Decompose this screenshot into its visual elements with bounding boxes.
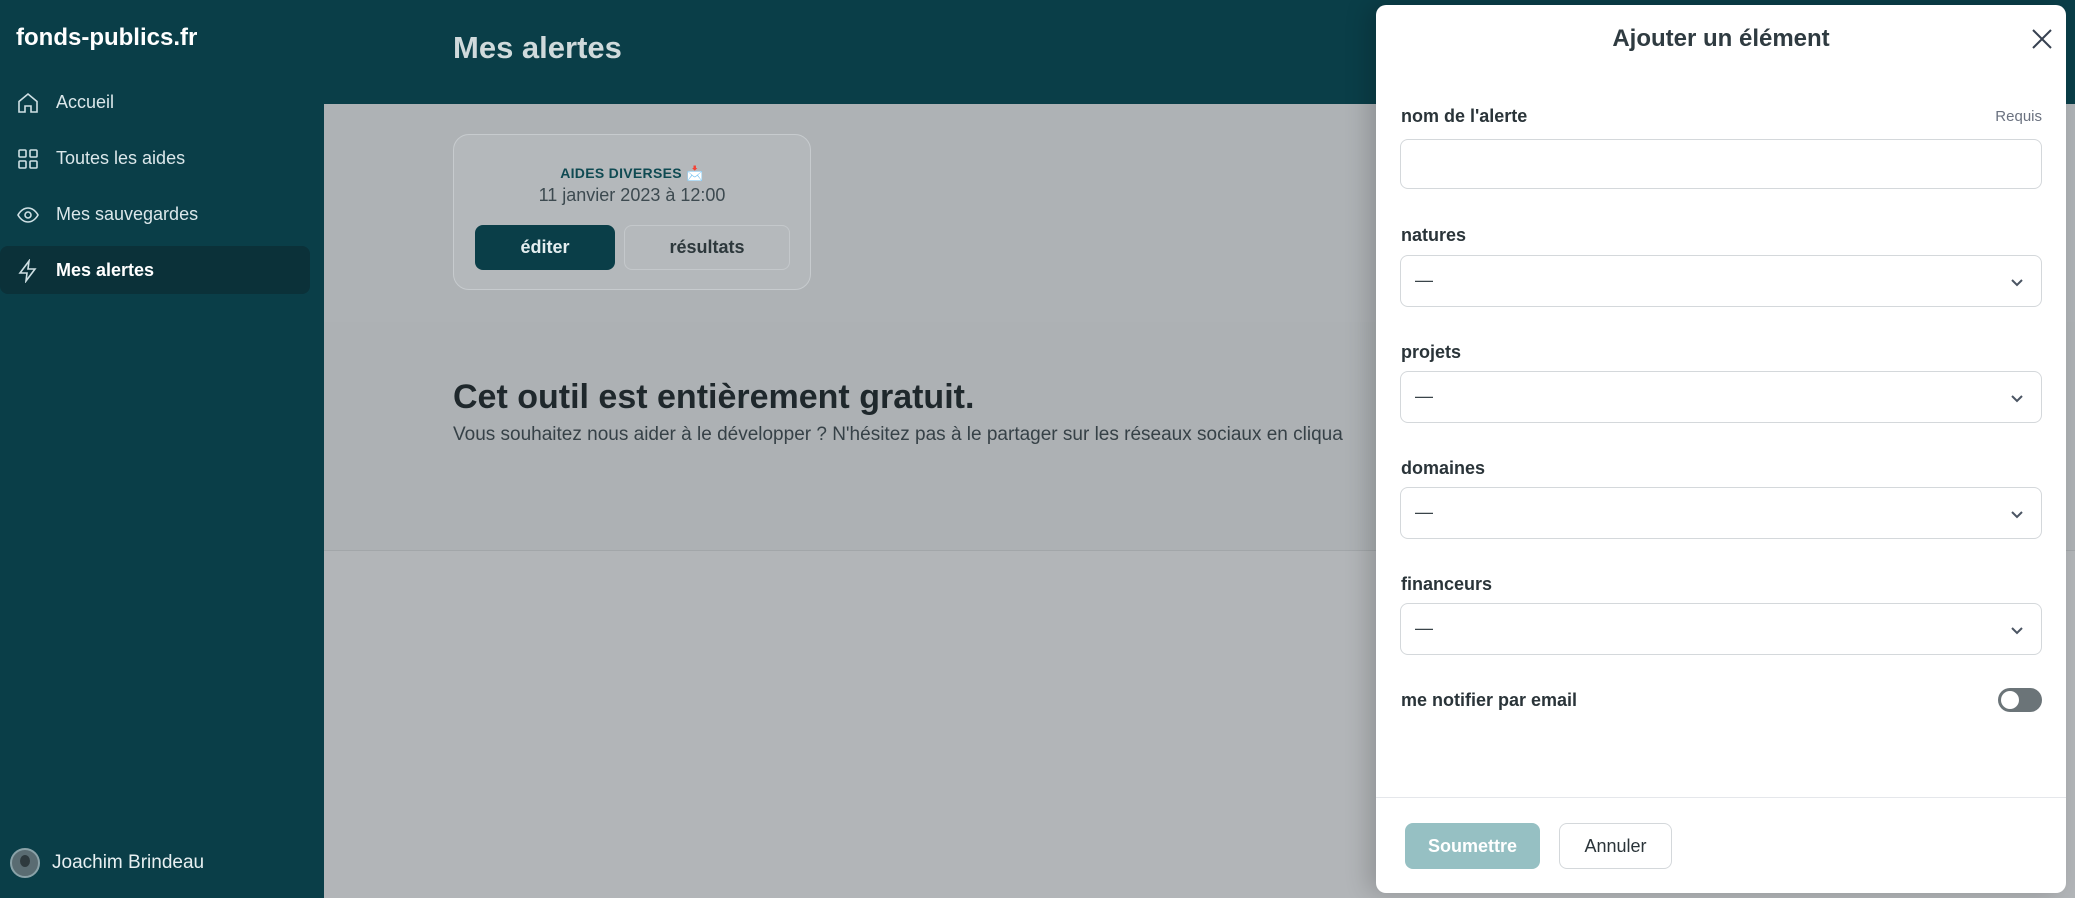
select-value: — xyxy=(1415,618,1433,638)
avatar xyxy=(10,848,40,878)
required-label: Requis xyxy=(1995,108,2042,125)
chevron-down-icon xyxy=(2009,390,2025,406)
toggle-knob xyxy=(2001,691,2019,709)
domaines-select[interactable]: — xyxy=(1400,487,2042,539)
grid-icon xyxy=(16,147,40,171)
alert-name-label: nom de l'alerte xyxy=(1401,106,1528,126)
submit-button[interactable]: Soumettre xyxy=(1405,823,1540,869)
sidebar-nav: Accueil Toutes les aides Mes sauvegardes… xyxy=(0,78,324,302)
domaines-label: domaines xyxy=(1401,458,1486,478)
notify-email-toggle[interactable] xyxy=(1998,688,2042,712)
brand-logo[interactable]: fonds-publics.fr xyxy=(16,24,197,52)
chevron-down-icon xyxy=(2009,506,2025,522)
results-button[interactable]: résultats xyxy=(624,225,790,270)
user-name: Joachim Brindeau xyxy=(52,852,205,873)
financeurs-label: financeurs xyxy=(1401,574,1493,594)
modal-title: Ajouter un élément xyxy=(1612,25,1830,52)
alert-card-date: 11 janvier 2023 à 12:00 xyxy=(538,185,726,205)
alert-card-title: AIDES DIVERSES 📩 xyxy=(560,165,704,181)
chevron-down-icon xyxy=(2009,622,2025,638)
select-value: — xyxy=(1415,386,1433,406)
promo-title: Cet outil est entièrement gratuit. xyxy=(453,378,975,416)
select-value: — xyxy=(1415,270,1433,290)
modal-footer: Soumettre Annuler xyxy=(1376,797,2066,893)
edit-button[interactable]: éditer xyxy=(475,225,615,270)
sidebar-item-accueil[interactable]: Accueil xyxy=(0,78,310,126)
notify-email-label: me notifier par email xyxy=(1401,690,1578,710)
projets-select[interactable]: — xyxy=(1400,371,2042,423)
sidebar-item-label: Mes sauvegardes xyxy=(56,203,199,224)
sidebar-item-label: Accueil xyxy=(56,91,115,112)
eye-icon xyxy=(16,203,40,227)
sidebar-item-mes-sauvegardes[interactable]: Mes sauvegardes xyxy=(0,190,310,238)
add-alert-modal: Ajouter un élément nom de l'alerte Requi… xyxy=(1376,5,2066,893)
projets-label: projets xyxy=(1401,342,1462,362)
promo-text: Vous souhaitez nous aider à le développe… xyxy=(453,424,1343,445)
user-profile[interactable]: Joachim Brindeau xyxy=(10,848,204,878)
select-value: — xyxy=(1415,502,1433,522)
close-button[interactable] xyxy=(2028,25,2056,53)
cancel-button[interactable]: Annuler xyxy=(1559,823,1672,869)
natures-select[interactable]: — xyxy=(1400,255,2042,307)
sidebar-item-mes-alertes[interactable]: Mes alertes xyxy=(0,246,310,294)
page-title: Mes alertes xyxy=(453,30,622,65)
natures-label: natures xyxy=(1401,225,1467,245)
sidebar-item-label: Toutes les aides xyxy=(56,147,186,168)
financeurs-select[interactable]: — xyxy=(1400,603,2042,655)
alert-name-input[interactable] xyxy=(1400,139,2042,189)
sidebar-item-toutes-les-aides[interactable]: Toutes les aides xyxy=(0,134,310,182)
alert-card: AIDES DIVERSES 📩 11 janvier 2023 à 12:00… xyxy=(453,134,811,290)
chevron-down-icon xyxy=(2009,274,2025,290)
home-icon xyxy=(16,91,40,115)
sidebar-item-label: Mes alertes xyxy=(56,259,155,280)
lightning-icon xyxy=(16,258,40,284)
sidebar: fonds-publics.fr Accueil Toutes les aide… xyxy=(0,0,324,898)
close-icon xyxy=(2032,29,2052,49)
